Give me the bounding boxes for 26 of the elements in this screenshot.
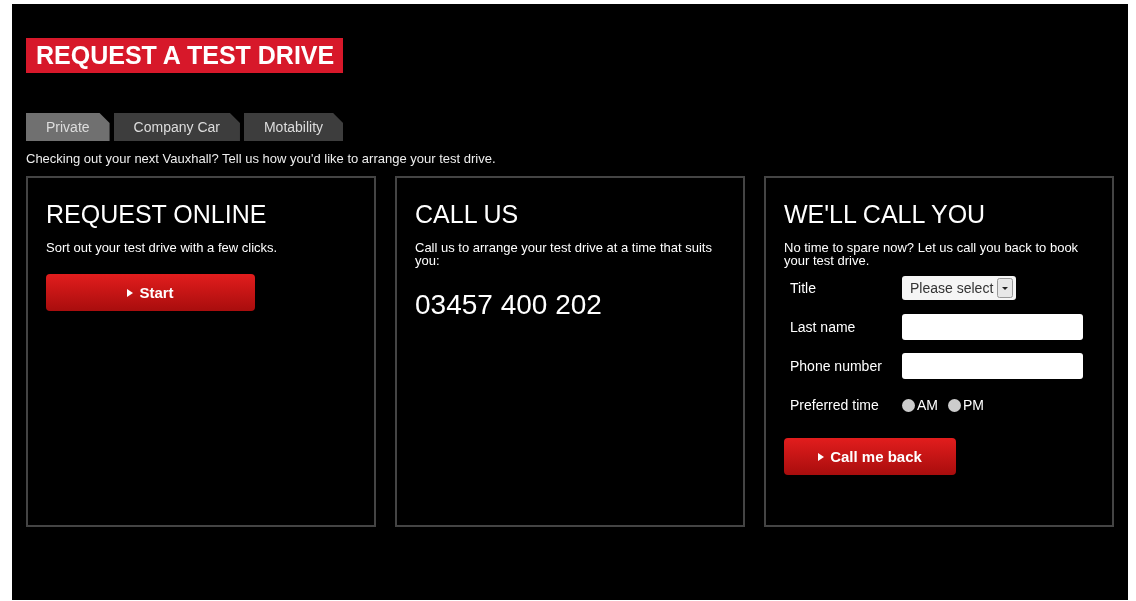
- panel-text: No time to spare now? Let us call you back to book your test drive.: [784, 241, 1080, 267]
- panel-title: WE'LL CALL YOU: [784, 200, 987, 229]
- field-label: Preferred time: [789, 397, 880, 413]
- field-label: Last name: [789, 319, 857, 335]
- panel-text: Sort out your test drive with a few clicks.: [46, 241, 279, 254]
- play-icon: [127, 288, 134, 297]
- input-field[interactable]: [902, 314, 1083, 340]
- field-label: Title: [789, 280, 817, 296]
- panel-text: Call us to arrange your test drive at a time that suits you:: [415, 241, 713, 267]
- caret-icon: [997, 278, 1014, 298]
- tab[interactable]: Private: [26, 113, 110, 141]
- intro-text: Checking out your next Vauxhall? Tell us how you'd like to arrange your test drive.: [26, 151, 497, 166]
- page-heading: REQUEST A TEST DRIVE: [26, 38, 344, 73]
- radio-option[interactable]: PM: [948, 397, 984, 413]
- start-button[interactable]: Start: [46, 274, 255, 311]
- radio-option[interactable]: AM: [902, 397, 938, 413]
- play-icon: [818, 452, 825, 461]
- title-dropdown[interactable]: Please select: [902, 276, 1017, 300]
- field-label: Phone number: [789, 358, 883, 374]
- tab[interactable]: Company Car: [113, 113, 240, 141]
- panel-title: CALL US: [415, 200, 520, 229]
- phone-number: 03457 400 202: [415, 289, 603, 321]
- input-field[interactable]: [902, 353, 1083, 379]
- panel-title: REQUEST ONLINE: [46, 200, 268, 229]
- call-me-back-button[interactable]: Call me back: [784, 438, 956, 475]
- tab[interactable]: Motability: [243, 113, 344, 141]
